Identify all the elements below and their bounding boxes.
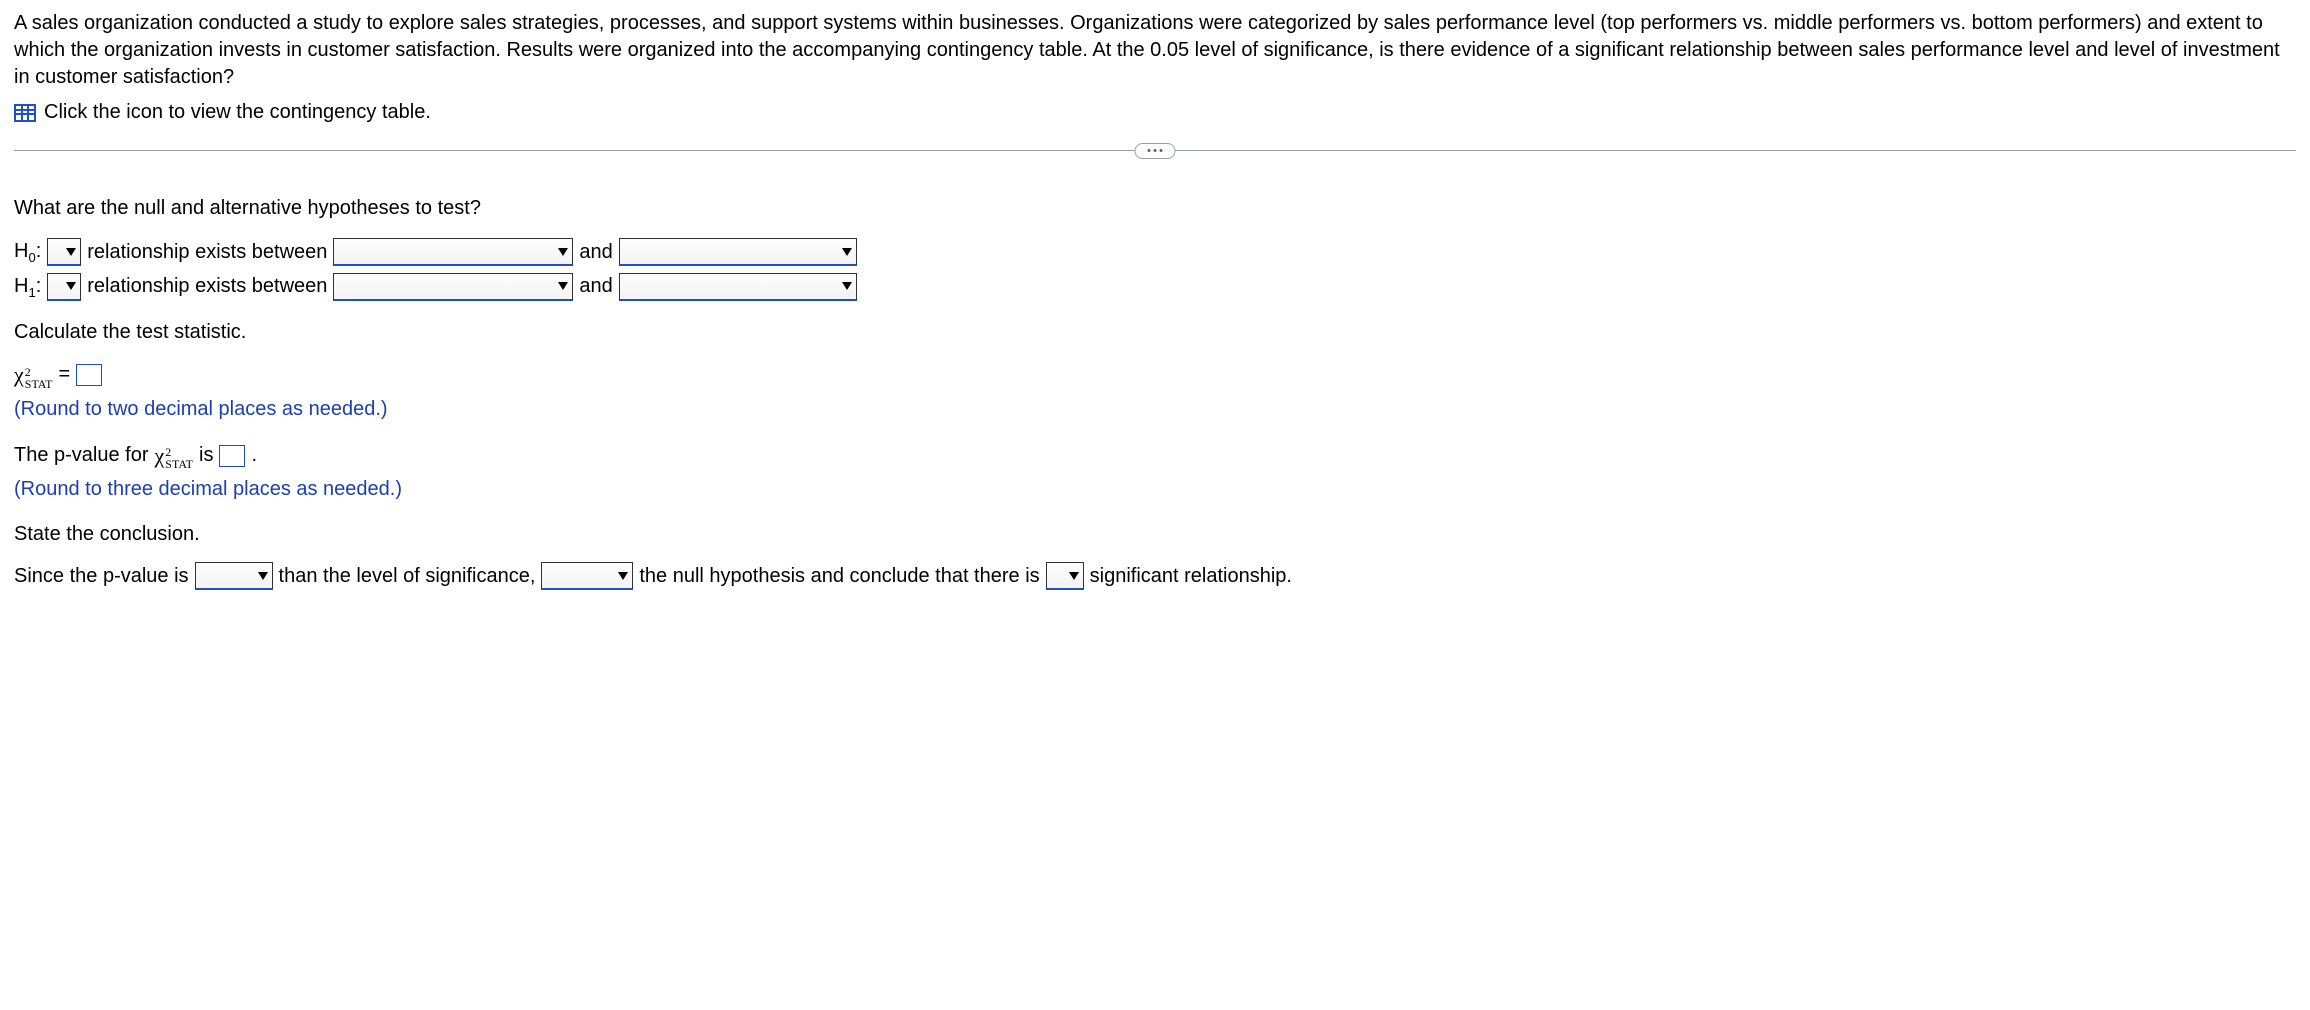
decision-select[interactable]: [541, 562, 633, 590]
h0-var2-select[interactable]: [619, 238, 857, 266]
pvalue-section: The p-value for χ 2 STAT is . (Round to …: [14, 441, 2296, 504]
h1-label: H1:: [14, 273, 41, 302]
chevron-down-icon: [558, 282, 568, 290]
h0-row: H0: relationship exists between and: [14, 238, 2296, 267]
conclusion-t1: Since the p-value is: [14, 563, 189, 590]
pvalue-row: The p-value for χ 2 STAT is .: [14, 441, 2296, 471]
test-statistic-prompt: Calculate the test statistic.: [14, 319, 2296, 346]
chevron-down-icon: [558, 248, 568, 256]
conclusion-t4: significant relationship.: [1090, 563, 1292, 590]
hypotheses-prompt: What are the null and alternative hypoth…: [14, 195, 2296, 222]
h0-label: H0:: [14, 238, 41, 267]
chevron-down-icon: [66, 282, 76, 290]
chi-stat-row: χ 2 STAT =: [14, 360, 2296, 390]
h1-qualifier-select[interactable]: [47, 273, 81, 301]
pvalue-compare-select[interactable]: [195, 562, 273, 590]
and-text: and: [579, 273, 612, 300]
conclusion-t2: than the level of significance,: [279, 563, 536, 590]
expand-pill[interactable]: [1135, 143, 1176, 159]
conclusion-prompt: State the conclusion.: [14, 521, 2296, 548]
hypotheses-section: What are the null and alternative hypoth…: [14, 195, 2296, 301]
chi-squared-symbol: χ 2 STAT: [155, 441, 193, 471]
table-icon[interactable]: [14, 104, 36, 122]
h1-rel-text: relationship exists between: [87, 273, 327, 300]
chevron-down-icon: [1069, 572, 1079, 580]
problem-text: A sales organization conducted a study t…: [14, 12, 2280, 88]
h1-var2-select[interactable]: [619, 273, 857, 301]
h0-var1-select[interactable]: [333, 238, 573, 266]
dots-icon: [1148, 149, 1151, 152]
chi-squared-symbol: χ 2 STAT: [14, 360, 52, 390]
pvalue-pre: The p-value for: [14, 442, 149, 469]
contingency-link-row: Click the icon to view the contingency t…: [14, 99, 2296, 126]
chi-stat-input[interactable]: [76, 364, 102, 386]
section-divider: [14, 150, 2296, 151]
is-text: is: [199, 442, 213, 469]
chevron-down-icon: [618, 572, 628, 580]
equals-sign: =: [58, 361, 70, 388]
test-statistic-section: Calculate the test statistic. χ 2 STAT =…: [14, 319, 2296, 423]
problem-statement: A sales organization conducted a study t…: [14, 10, 2296, 91]
significance-select[interactable]: [1046, 562, 1084, 590]
chevron-down-icon: [66, 248, 76, 256]
pvalue-input[interactable]: [219, 445, 245, 467]
conclusion-row: Since the p-value is than the level of s…: [14, 562, 2296, 590]
contingency-link-text[interactable]: Click the icon to view the contingency t…: [44, 99, 431, 126]
conclusion-t3: the null hypothesis and conclude that th…: [639, 563, 1039, 590]
chevron-down-icon: [842, 248, 852, 256]
h0-rel-text: relationship exists between: [87, 239, 327, 266]
h1-row: H1: relationship exists between and: [14, 273, 2296, 302]
h0-qualifier-select[interactable]: [47, 238, 81, 266]
dots-icon: [1160, 149, 1163, 152]
chevron-down-icon: [258, 572, 268, 580]
chevron-down-icon: [842, 282, 852, 290]
and-text: and: [579, 239, 612, 266]
period: .: [251, 442, 257, 469]
chi-stat-hint: (Round to two decimal places as needed.): [14, 396, 2296, 423]
pvalue-hint: (Round to three decimal places as needed…: [14, 476, 2296, 503]
dots-icon: [1154, 149, 1157, 152]
conclusion-section: State the conclusion. Since the p-value …: [14, 521, 2296, 590]
h1-var1-select[interactable]: [333, 273, 573, 301]
